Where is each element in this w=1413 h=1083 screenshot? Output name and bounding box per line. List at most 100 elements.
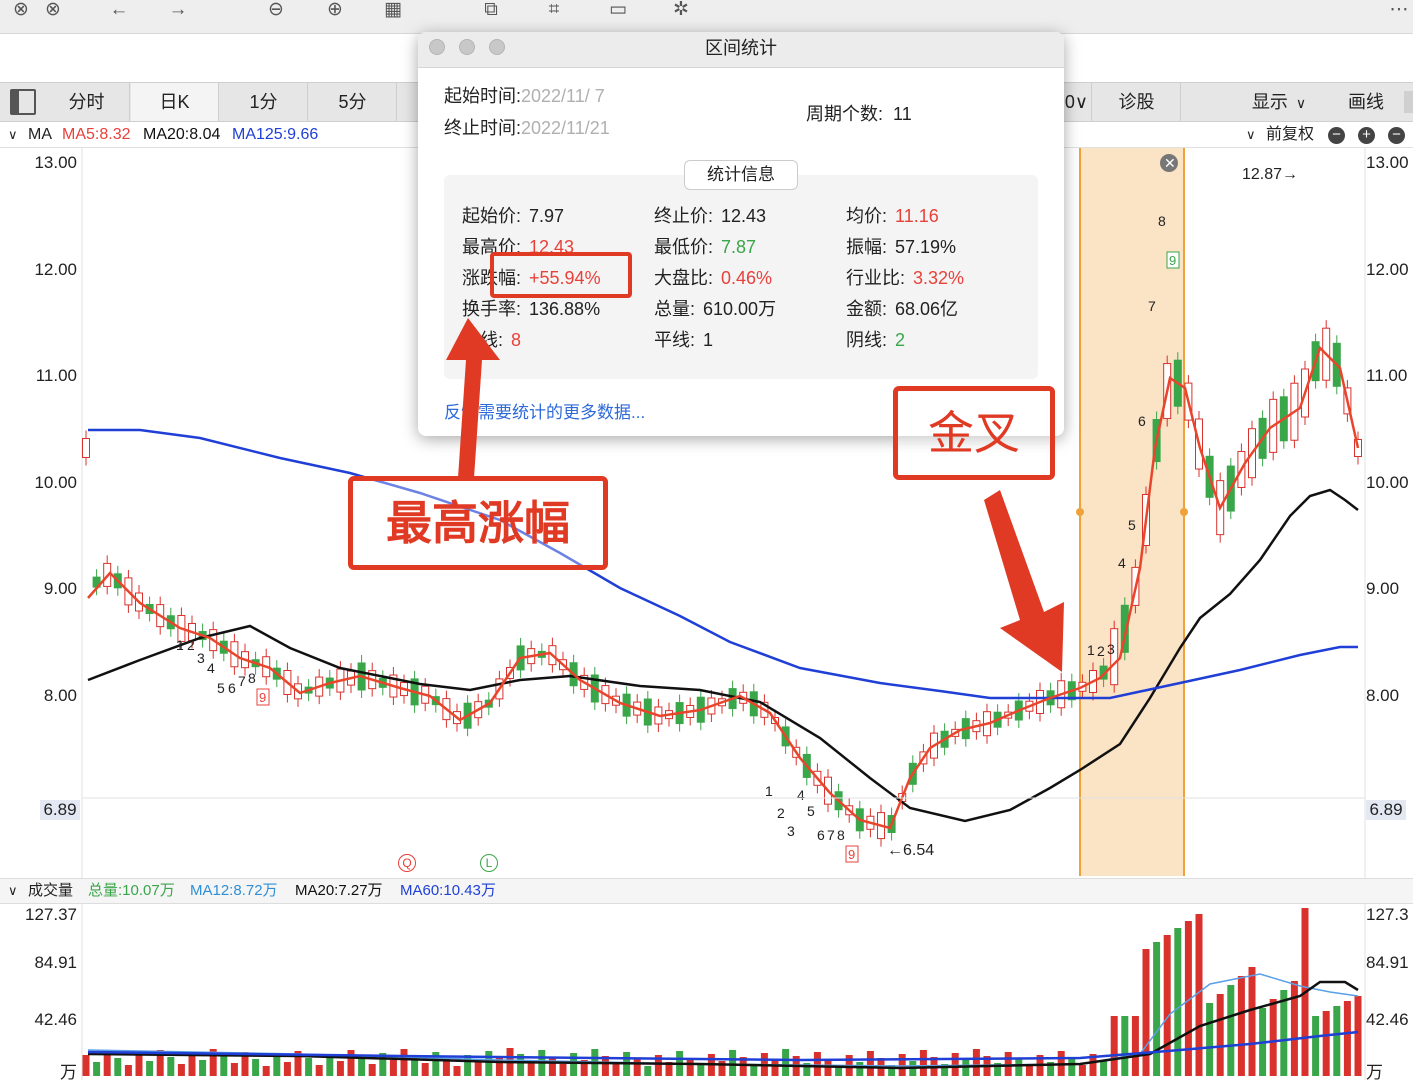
translate-icon[interactable]: ⧉ (478, 0, 504, 22)
plus-circle-icon[interactable]: + (1358, 127, 1375, 144)
price-axis-label: 9.00 (1366, 579, 1400, 598)
stat-item: 大盘比: 0.46% (654, 264, 772, 290)
volume-axis-label: 42.46 (34, 1010, 77, 1029)
volume-ma60: MA60:10.43万 (400, 882, 496, 899)
stat-label: 行业比: (846, 268, 906, 288)
window-close-button[interactable] (429, 39, 445, 55)
volume-bar (336, 1061, 344, 1076)
stat-value: 3.32% (913, 268, 965, 288)
svg-text:4: 4 (797, 787, 805, 803)
price-axis-label: 10.00 (1366, 473, 1409, 492)
stat-item: 均价: 11.16 (846, 202, 939, 228)
price-axis-label: 9.00 (43, 579, 77, 598)
svg-text:6: 6 (817, 827, 825, 843)
volume-bar (167, 1057, 175, 1076)
start-time-field[interactable]: 2022/11/ 7 (521, 86, 605, 106)
volume-bar (1333, 1006, 1341, 1076)
volume-bar (1343, 1001, 1351, 1076)
svg-text:1: 1 (765, 783, 773, 799)
price-axis-label: 13.00 (34, 153, 77, 172)
volume-unit-label: 万 (1366, 1063, 1383, 1082)
stat-item: 总量: 610.00万 (654, 295, 776, 321)
scroll-handle[interactable] (1404, 91, 1413, 113)
current-price-label: 6.89 (40, 800, 80, 820)
volume-bar (230, 1063, 238, 1076)
volume-chart[interactable] (0, 904, 1413, 1080)
close-circle-icon[interactable]: ⊗ (8, 0, 34, 22)
volume-bar (686, 1058, 694, 1076)
volume-bar (1004, 1052, 1012, 1076)
stat-item: 最低价: 7.87 (654, 233, 756, 259)
dialog-title: 区间统计 (705, 38, 777, 58)
signal-l-marker[interactable]: L (480, 854, 498, 872)
signal-q-marker[interactable]: Q (398, 854, 416, 872)
price-axis-label: 10.00 (34, 473, 77, 492)
end-time-field[interactable]: 2022/11/21 (521, 118, 610, 138)
volume-bar (782, 1049, 790, 1076)
calendar-icon[interactable]: ▦ (380, 0, 406, 22)
sidebar-toggle-icon[interactable] (10, 89, 36, 115)
stat-label: 平线: (654, 330, 696, 350)
chevron-down-icon[interactable]: ∨ (8, 879, 18, 903)
window-zoom-button[interactable] (489, 39, 505, 55)
tab-daily-k[interactable]: 日K (131, 83, 219, 121)
zoom-in-icon[interactable]: ⊕ (322, 0, 348, 22)
volume-bar (1280, 990, 1288, 1076)
volume-axis-label: 127.3 (1366, 905, 1409, 924)
volume-bar (220, 1056, 228, 1076)
volume-bar (1290, 981, 1298, 1076)
period-low-marker: ←6.54 (887, 842, 935, 859)
forward-arrow-icon[interactable]: → (165, 0, 191, 22)
volume-bar (262, 1066, 270, 1076)
gain-highlight-box (490, 252, 632, 298)
tab-partial[interactable]: 0∨ (1062, 83, 1092, 121)
tab-diagnose[interactable]: 诊股 (1093, 83, 1181, 121)
more-icon[interactable]: ⋯ (1386, 0, 1412, 22)
chevron-down-icon[interactable]: ∨ (1246, 122, 1256, 148)
frame-icon[interactable]: ⌗ (541, 0, 567, 22)
svg-text:5: 5 (807, 803, 815, 819)
volume-bar (1110, 1016, 1118, 1076)
back-arrow-icon[interactable]: ← (106, 0, 132, 22)
stat-label: 振幅: (846, 237, 888, 257)
minus-circle-icon[interactable]: − (1388, 127, 1405, 144)
volume-bar (697, 1065, 705, 1076)
stat-label: 终止价: (654, 206, 714, 226)
window-minimize-button[interactable] (459, 39, 475, 55)
volume-bar (548, 1057, 556, 1076)
volume-bar (1206, 1003, 1214, 1076)
volume-bar (962, 1060, 970, 1076)
tab-1min[interactable]: 1分 (220, 83, 308, 121)
svg-text:2: 2 (187, 637, 195, 653)
volume-bar (866, 1051, 874, 1076)
display-dropdown[interactable]: 显示 ∨ (1244, 83, 1314, 121)
volume-axis-label: 42.46 (1366, 1010, 1409, 1029)
volume-unit-label: 万 (60, 1063, 77, 1082)
interval-stats-dialog: 区间统计 起始时间:2022/11/ 7 终止时间:2022/11/21 周期个… (418, 32, 1064, 436)
crop-icon[interactable]: ▭ (605, 0, 631, 22)
minus-circle-icon[interactable]: − (1328, 127, 1345, 144)
svg-text:✕: ✕ (1164, 155, 1176, 171)
volume-bar (1068, 1058, 1076, 1076)
chevron-down-icon[interactable]: ∨ (8, 122, 18, 148)
feedback-link[interactable]: 反馈需要统计的更多数据... (444, 398, 645, 423)
end-time-label: 终止时间: (444, 118, 522, 138)
fuquan-selector[interactable]: 前复权 (1266, 122, 1314, 148)
volume-bar (93, 1062, 101, 1076)
magic-wand-icon[interactable]: ✲ (668, 0, 694, 22)
svg-text:1: 1 (176, 637, 184, 653)
svg-text:3: 3 (1107, 641, 1115, 657)
tab-intraday[interactable]: 分时 (44, 83, 130, 121)
tab-drawline[interactable]: 画线 (1340, 83, 1392, 121)
tab-5min[interactable]: 5分 (309, 83, 397, 121)
close-circle-icon[interactable]: ⊗ (40, 0, 66, 22)
ma5-value: MA5:8.32 (62, 126, 131, 143)
volume-bar (464, 1055, 472, 1076)
stat-label: 阳线: (462, 330, 504, 350)
price-axis-label: 13.00 (1366, 153, 1409, 172)
volume-bar (813, 1052, 821, 1076)
zoom-out-icon[interactable]: ⊖ (263, 0, 289, 22)
chevron-down-icon: ∨ (1295, 95, 1307, 111)
svg-text:6: 6 (1138, 413, 1146, 429)
volume-bar (188, 1053, 196, 1076)
